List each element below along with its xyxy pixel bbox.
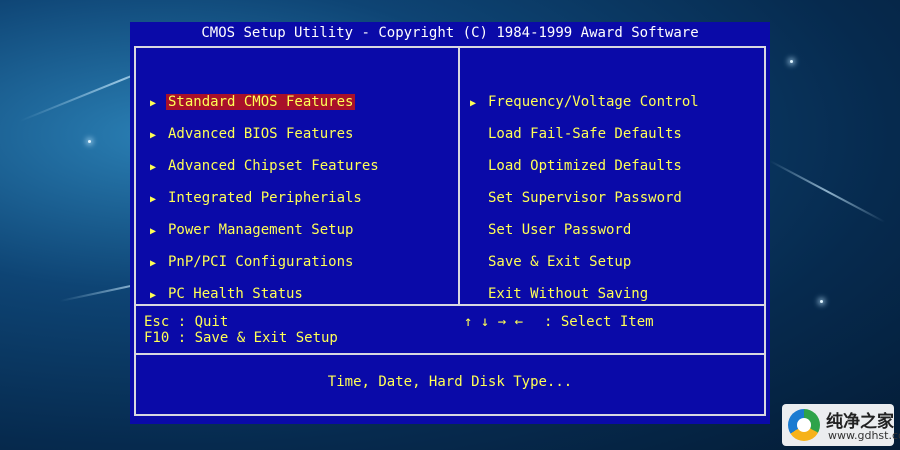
arrow-right-icon: ▶ bbox=[150, 162, 157, 173]
menu-label: PnP/PCI Configurations bbox=[168, 254, 354, 270]
menu-label: Frequency/Voltage Control bbox=[488, 94, 699, 110]
menu-label: Power Management Setup bbox=[168, 222, 354, 238]
arrow-right-icon: ▶ bbox=[150, 258, 157, 269]
menu-power-management-setup[interactable]: ▶ Power Management Setup bbox=[150, 220, 355, 240]
menu-standard-cmos-features[interactable]: ▶ Standard CMOS Features bbox=[150, 92, 356, 112]
menu-save-exit-setup[interactable]: Save & Exit Setup bbox=[486, 252, 633, 272]
light-streak bbox=[769, 160, 886, 223]
menu-frequency-voltage-control[interactable]: ▶ Frequency/Voltage Control bbox=[470, 92, 701, 112]
menu-set-supervisor-password[interactable]: Set Supervisor Password bbox=[486, 188, 684, 208]
help-divider bbox=[136, 304, 764, 306]
menu-label: Exit Without Saving bbox=[488, 286, 649, 302]
menu-label: PC Health Status bbox=[168, 286, 303, 302]
menu-exit-without-saving[interactable]: Exit Without Saving bbox=[486, 284, 650, 304]
arrow-right-icon: ▶ bbox=[150, 130, 157, 141]
arrow-right-icon: ▶ bbox=[150, 98, 157, 109]
item-help-text: Time, Date, Hard Disk Type... bbox=[327, 374, 573, 390]
menu-label: Advanced Chipset Features bbox=[168, 158, 379, 174]
menu-label: Integrated Peripherials bbox=[168, 190, 362, 206]
arrow-keys-icon: ↑ ↓ → ← bbox=[464, 314, 524, 330]
watermark-logo: 纯净之家 www.gdhst.com bbox=[782, 404, 900, 446]
bios-main-frame: ▶ Standard CMOS Features ▶ Advanced BIOS F… bbox=[134, 46, 766, 416]
menu-label: Set Supervisor Password bbox=[488, 190, 682, 206]
bios-window: CMOS Setup Utility - Copyright (C) 1984-… bbox=[130, 22, 770, 424]
bios-title: CMOS Setup Utility - Copyright (C) 1984-… bbox=[201, 25, 699, 41]
menu-label: Load Optimized Defaults bbox=[488, 158, 682, 174]
help-select-item: : Select Item bbox=[544, 314, 654, 330]
arrow-right-icon: ▶ bbox=[150, 194, 157, 205]
menu-load-optimized-defaults[interactable]: Load Optimized Defaults bbox=[486, 156, 684, 176]
menu-load-fail-safe-defaults[interactable]: Load Fail-Safe Defaults bbox=[486, 124, 684, 144]
status-divider bbox=[136, 353, 764, 355]
menu-pnp-pci-configurations[interactable]: ▶ PnP/PCI Configurations bbox=[150, 252, 355, 272]
help-esc-quit: Esc : Quit bbox=[144, 314, 229, 330]
menu-pc-health-status[interactable]: ▶ PC Health Status bbox=[150, 284, 305, 304]
arrow-right-icon: ▶ bbox=[150, 226, 157, 237]
help-f10-save-exit: F10 : Save & Exit Setup bbox=[144, 330, 338, 346]
sparkle bbox=[88, 140, 91, 143]
menu-label: Load Fail-Safe Defaults bbox=[488, 126, 682, 142]
sparkle bbox=[820, 300, 823, 303]
column-divider bbox=[458, 48, 460, 304]
menu-set-user-password[interactable]: Set User Password bbox=[486, 220, 633, 240]
menu-advanced-chipset-features[interactable]: ▶ Advanced Chipset Features bbox=[150, 156, 381, 176]
menu-label: Set User Password bbox=[488, 222, 632, 238]
logo-icon bbox=[788, 409, 820, 441]
logo-url: www.gdhst.com bbox=[828, 429, 900, 442]
menu-integrated-peripherals[interactable]: ▶ Integrated Peripherials bbox=[150, 188, 364, 208]
menu-label: Save & Exit Setup bbox=[488, 254, 632, 270]
arrow-right-icon: ▶ bbox=[150, 290, 157, 301]
menu-label: Advanced BIOS Features bbox=[168, 126, 354, 142]
menu-label: Standard CMOS Features bbox=[166, 94, 356, 110]
sparkle bbox=[790, 60, 793, 63]
menu-advanced-bios-features[interactable]: ▶ Advanced BIOS Features bbox=[150, 124, 355, 144]
arrow-right-icon: ▶ bbox=[470, 98, 477, 109]
